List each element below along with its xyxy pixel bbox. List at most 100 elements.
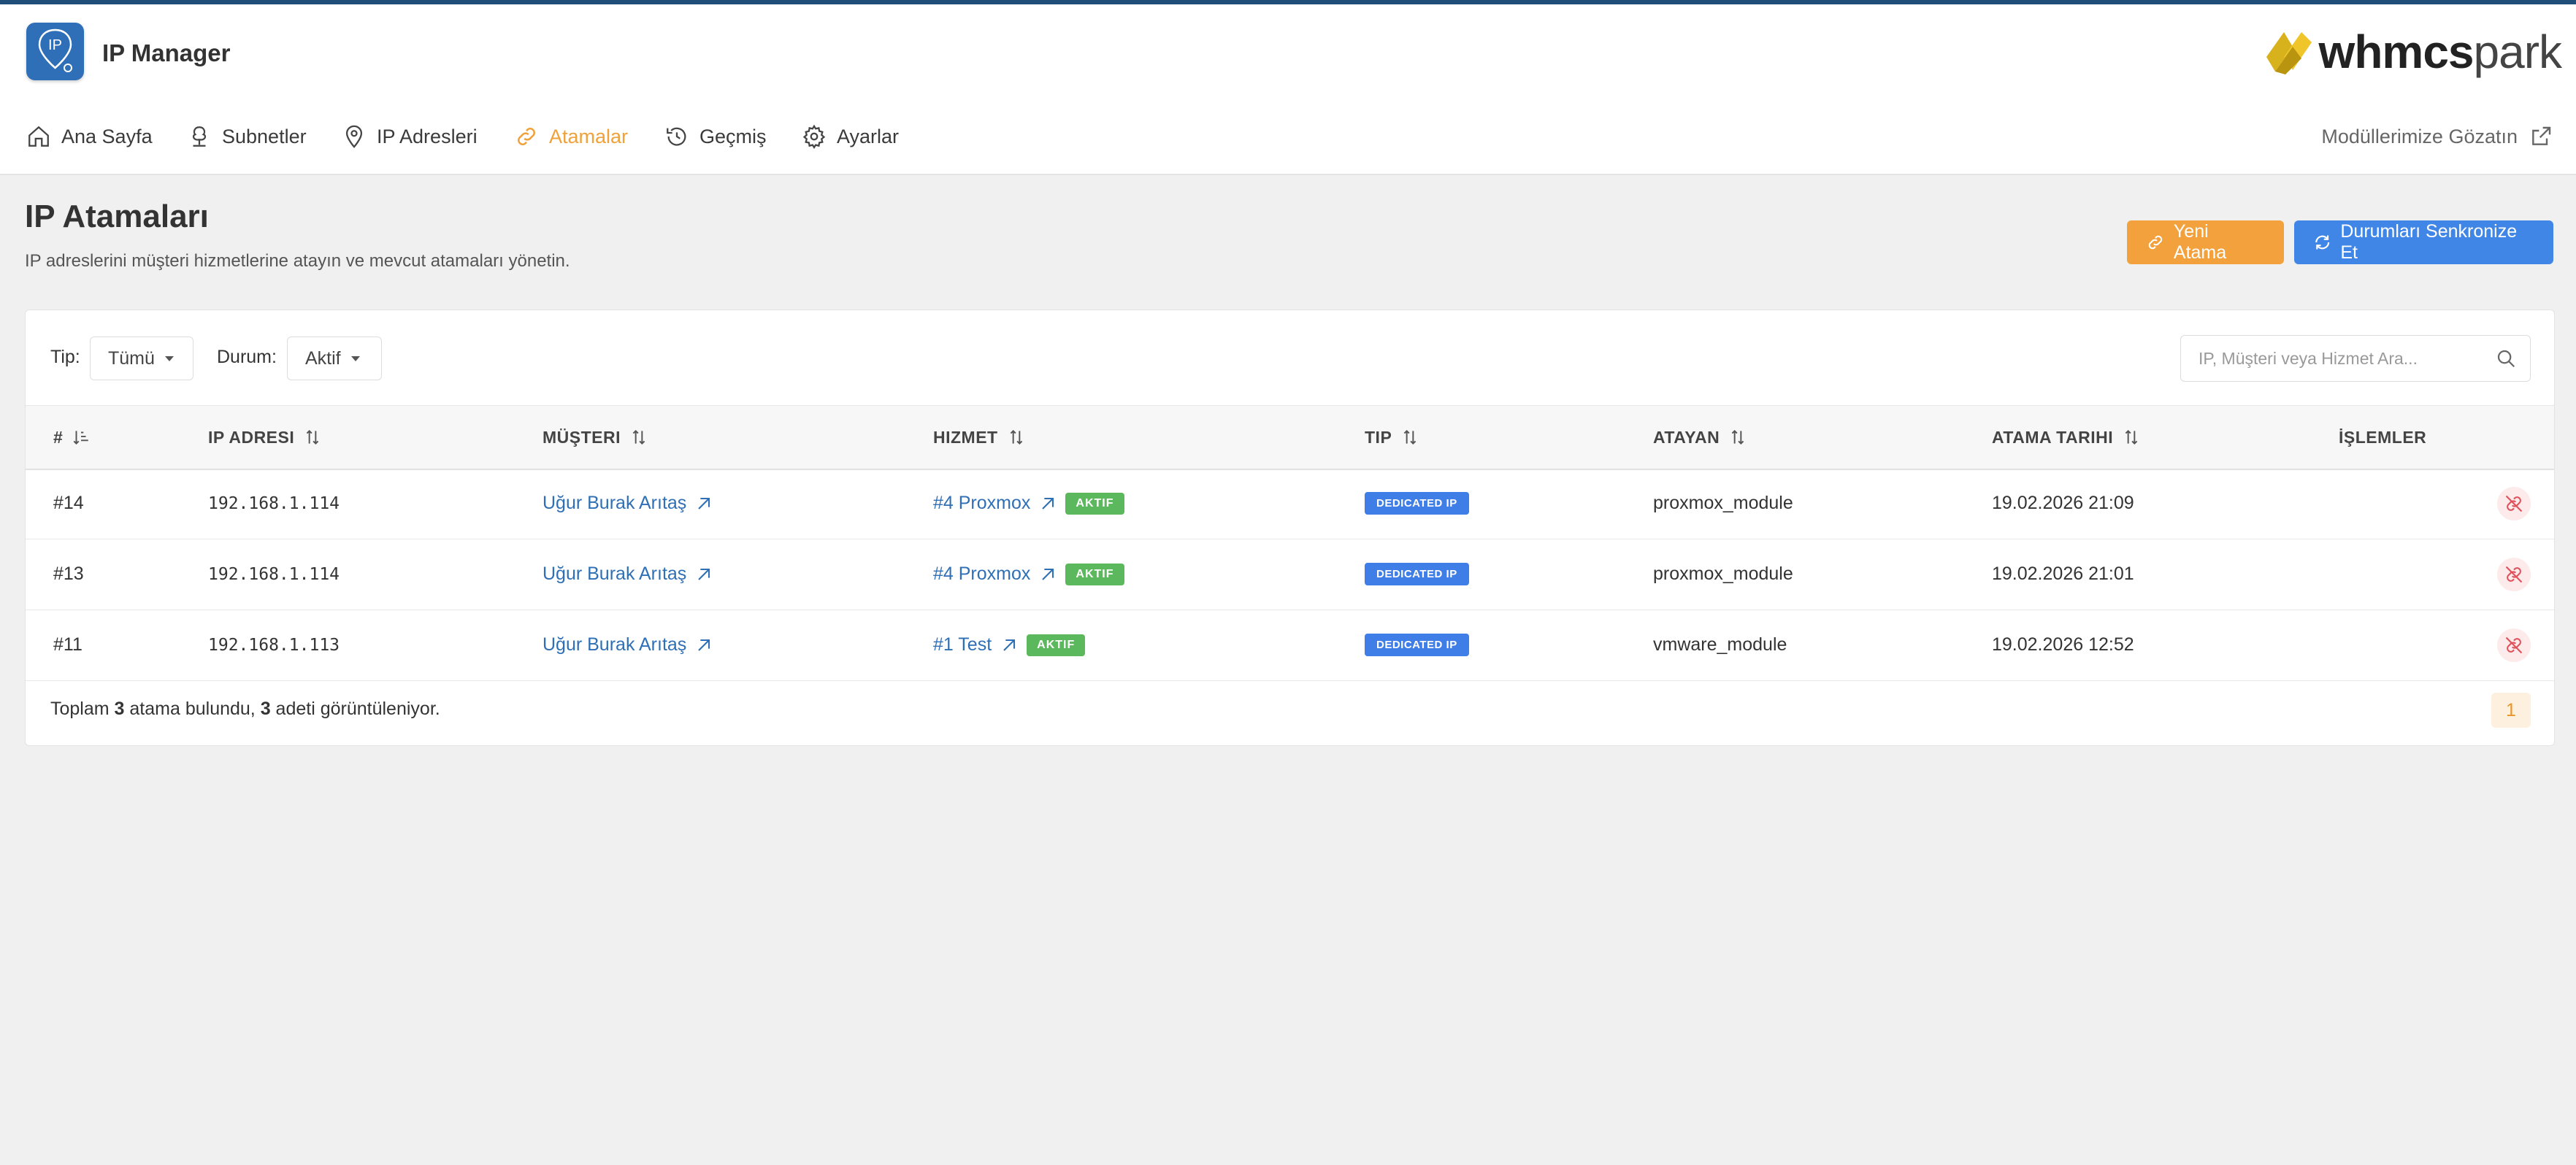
cell-date: 19.02.2026 21:01: [1992, 564, 2134, 584]
app-logo: IP: [26, 23, 84, 80]
header-label: ATAMA TARIHI: [1992, 427, 2114, 447]
service-link[interactable]: #1 Test AKTIF: [933, 610, 1086, 680]
sort-icon: [2125, 429, 2138, 445]
col-header-ip[interactable]: IP ADRESI: [208, 406, 322, 469]
cell-type: DEDICATED IP: [1365, 468, 1469, 539]
customer-link[interactable]: Uğur Burak Arıtaş: [543, 610, 714, 680]
type-filter-select[interactable]: Tümü: [90, 337, 193, 380]
gear-icon: [802, 124, 826, 149]
nav-label: Ayarlar: [837, 125, 900, 147]
search-icon[interactable]: [2495, 347, 2517, 369]
service-name: #1 Test: [933, 634, 992, 655]
cell-assigner: proxmox_module: [1653, 564, 1793, 584]
type-badge: DEDICATED IP: [1365, 563, 1469, 585]
unlink-icon: [2505, 637, 2523, 654]
select-value: Aktif: [305, 347, 341, 369]
col-header-id[interactable]: #: [53, 406, 91, 469]
new-assignment-button[interactable]: Yeni Atama: [2127, 220, 2284, 264]
service-name: #4 Proxmox: [933, 564, 1031, 584]
arrow-up-right-icon: [1042, 497, 1054, 510]
arrow-up-right-icon: [698, 497, 710, 510]
nav-item-atamalar[interactable]: Atamalar: [514, 99, 628, 174]
sync-status-button[interactable]: Durumları Senkronize Et: [2294, 220, 2553, 264]
col-header-actions: İŞLEMLER: [2339, 406, 2426, 469]
ip-pin-icon: IP: [38, 28, 72, 72]
link-icon: [2148, 235, 2163, 250]
customer-name: Uğur Burak Arıtaş: [543, 564, 687, 584]
customer-link[interactable]: Uğur Burak Arıtaş: [543, 468, 714, 539]
pagination-page-1[interactable]: 1: [2491, 693, 2531, 728]
results-summary: Toplam 3 atama bulundu, 3 adeti görüntül…: [50, 699, 440, 720]
status-filter-select[interactable]: Aktif: [287, 337, 382, 380]
page-subtitle: IP adreslerini müşteri hizmetlerine atay…: [25, 251, 570, 271]
cell-id: #13: [53, 564, 84, 584]
summary-text: atama bulundu,: [124, 699, 261, 719]
header-label: TIP: [1365, 427, 1392, 447]
unlink-icon: [2505, 566, 2523, 583]
type-badge: DEDICATED IP: [1365, 492, 1469, 515]
customer-name: Uğur Burak Arıtaş: [543, 493, 687, 513]
table-row: #14 192.168.1.114 Uğur Burak Arıtaş #4 P…: [26, 468, 2554, 539]
assignments-card: Tip: Tümü Durum: Aktif # IP ADRESI MÜŞTE…: [25, 309, 2555, 746]
col-header-date[interactable]: ATAMA TARIHI: [1992, 406, 2141, 469]
select-value: Tümü: [108, 347, 155, 369]
button-label: Durumları Senkronize Et: [2340, 221, 2518, 263]
caret-down-icon: [350, 355, 360, 361]
tree-icon: [192, 126, 207, 147]
header-label: MÜŞTERI: [543, 427, 621, 447]
nav-label: Atamalar: [549, 125, 629, 147]
external-modules-link[interactable]: Modüllerimize Gözatın: [2321, 99, 2553, 174]
nav-item-ana-sayfa[interactable]: Ana Sayfa: [26, 99, 153, 174]
app-title: IP Manager: [102, 39, 231, 66]
history-icon: [667, 127, 686, 146]
col-header-customer[interactable]: MÜŞTERI: [543, 406, 648, 469]
col-header-assigner[interactable]: ATAYAN: [1653, 406, 1747, 469]
summary-text: adeti görüntüleniyor.: [270, 699, 440, 719]
search-input[interactable]: [2197, 336, 2492, 381]
cell-id: #14: [53, 493, 84, 513]
nav-label: Subnetler: [222, 125, 307, 147]
header-label: IP ADRESI: [208, 427, 295, 447]
nav-label: IP Adresleri: [377, 125, 478, 147]
type-badge: DEDICATED IP: [1365, 634, 1469, 656]
cell-ip: 192.168.1.113: [208, 635, 340, 655]
main-nav: Ana Sayfa Subnetler IP Adresleri Atamala…: [0, 99, 2576, 175]
cell-date: 19.02.2026 21:09: [1992, 493, 2134, 513]
header-label: HIZMET: [933, 427, 998, 447]
table-row: #13 192.168.1.114 Uğur Burak Arıtaş #4 P…: [26, 539, 2554, 610]
status-filter-label: Durum:: [217, 347, 277, 367]
header-label: ATAYAN: [1653, 427, 1720, 447]
header-label: #: [53, 427, 64, 447]
arrow-up-right-icon: [1042, 568, 1054, 580]
sort-asc-icon: [73, 431, 89, 445]
nav-item-ip-adresleri[interactable]: IP Adresleri: [342, 99, 478, 174]
service-link[interactable]: #4 Proxmox AKTIF: [933, 468, 1124, 539]
sort-icon: [1404, 429, 1417, 445]
col-header-type[interactable]: TIP: [1365, 406, 1419, 469]
table-header: # IP ADRESI MÜŞTERI HIZMET TIP ATAYAN AT…: [26, 405, 2554, 470]
summary-text: Toplam: [50, 699, 115, 719]
table-row: #11 192.168.1.113 Uğur Burak Arıtaş #1 T…: [26, 610, 2554, 681]
button-label: Yeni Atama: [2173, 221, 2227, 263]
customer-link[interactable]: Uğur Burak Arıtaş: [543, 539, 714, 610]
svg-text:IP: IP: [48, 37, 62, 53]
unassign-button[interactable]: [2497, 628, 2531, 662]
summary-shown: 3: [260, 699, 271, 719]
status-badge: AKTIF: [1065, 563, 1124, 585]
unassign-button[interactable]: [2497, 558, 2531, 591]
nav-item-subnetler[interactable]: Subnetler: [187, 99, 307, 174]
col-header-service[interactable]: HIZMET: [933, 406, 1026, 469]
cell-assigner: vmware_module: [1653, 634, 1787, 655]
unlink-icon: [2505, 495, 2523, 512]
nav-item-gecmis[interactable]: Geçmiş: [664, 99, 767, 174]
unassign-button[interactable]: [2497, 487, 2531, 520]
filter-bar: Tip: Tümü Durum: Aktif: [26, 310, 2554, 405]
arrow-up-right-icon: [1003, 639, 1016, 651]
nav-label: Ana Sayfa: [61, 125, 153, 147]
nav-label: Geçmiş: [699, 125, 767, 147]
nav-item-ayarlar[interactable]: Ayarlar: [802, 99, 899, 174]
caret-down-icon: [164, 355, 174, 361]
service-link[interactable]: #4 Proxmox AKTIF: [933, 539, 1124, 610]
arrow-up-right-icon: [698, 568, 710, 580]
cell-ip: 192.168.1.114: [208, 564, 340, 584]
